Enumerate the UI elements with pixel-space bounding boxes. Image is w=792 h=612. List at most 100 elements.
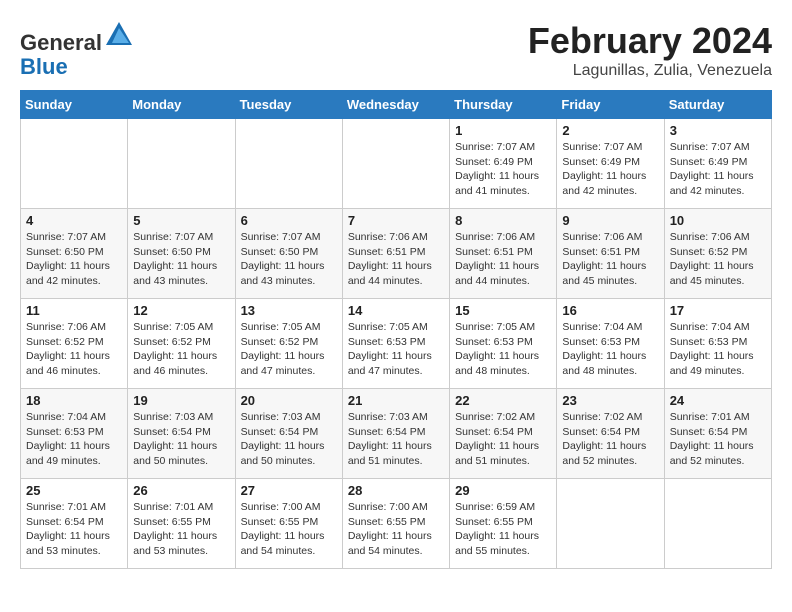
day-info: Sunrise: 7:00 AM Sunset: 6:55 PM Dayligh… <box>348 500 444 559</box>
calendar-cell <box>128 119 235 209</box>
day-number: 29 <box>455 483 551 498</box>
day-info: Sunrise: 6:59 AM Sunset: 6:55 PM Dayligh… <box>455 500 551 559</box>
day-info: Sunrise: 7:07 AM Sunset: 6:50 PM Dayligh… <box>241 230 337 289</box>
calendar-cell: 6Sunrise: 7:07 AM Sunset: 6:50 PM Daylig… <box>235 209 342 299</box>
day-info: Sunrise: 7:07 AM Sunset: 6:49 PM Dayligh… <box>670 140 766 199</box>
calendar-cell <box>557 479 664 569</box>
calendar-cell: 25Sunrise: 7:01 AM Sunset: 6:54 PM Dayli… <box>21 479 128 569</box>
day-info: Sunrise: 7:02 AM Sunset: 6:54 PM Dayligh… <box>562 410 658 469</box>
day-info: Sunrise: 7:06 AM Sunset: 6:52 PM Dayligh… <box>670 230 766 289</box>
title-block: February 2024 Lagunillas, Zulia, Venezue… <box>528 20 772 80</box>
calendar-cell: 19 Sunrise: 7:03 AM Sunset: 6:54 PM Dayli… <box>128 389 235 479</box>
calendar-cell: 9 Sunrise: 7:06 AM Sunset: 6:51 PM Daylig… <box>557 209 664 299</box>
calendar-cell: 27 Sunrise: 7:00 AM Sunset: 6:55 PM Dayli… <box>235 479 342 569</box>
calendar-week-row: 4 Sunrise: 7:07 AM Sunset: 6:50 PM Daylig… <box>21 209 772 299</box>
calendar-cell: 10 Sunrise: 7:06 AM Sunset: 6:52 PM Dayli… <box>664 209 771 299</box>
day-info: Sunrise: 7:07 AM Sunset: 6:49 PM Dayligh… <box>455 140 551 199</box>
day-number: 10 <box>670 213 766 228</box>
calendar-cell: 12 Sunrise: 7:05 AM Sunset: 6:52 PM Dayli… <box>128 299 235 389</box>
day-info: Sunrise: 7:05 AM Sunset: 6:53 PM Dayligh… <box>348 320 444 379</box>
calendar-week-row: 18 Sunrise: 7:04 AM Sunset: 6:53 PM Dayli… <box>21 389 772 479</box>
calendar-cell <box>664 479 771 569</box>
weekday-header: Saturday <box>664 91 771 119</box>
logo-general: General <box>20 30 102 55</box>
calendar-cell: 14 Sunrise: 7:05 AM Sunset: 6:53 PM Dayli… <box>342 299 449 389</box>
day-number: 13 <box>241 303 337 318</box>
calendar-cell <box>235 119 342 209</box>
day-info: Sunrise: 7:07 AM Sunset: 6:49 PM Dayligh… <box>562 140 658 199</box>
day-number: 28 <box>348 483 444 498</box>
day-number: 5 <box>133 213 229 228</box>
day-info: Sunrise: 7:05 AM Sunset: 6:52 PM Dayligh… <box>133 320 229 379</box>
day-info: Sunrise: 7:01 AM Sunset: 6:55 PM Dayligh… <box>133 500 229 559</box>
logo-blue: Blue <box>20 54 68 79</box>
logo: General Blue <box>20 20 134 79</box>
day-number: 14 <box>348 303 444 318</box>
day-number: 1 <box>455 123 551 138</box>
weekday-header: Tuesday <box>235 91 342 119</box>
calendar-cell: 18 Sunrise: 7:04 AM Sunset: 6:53 PM Dayli… <box>21 389 128 479</box>
day-info: Sunrise: 7:05 AM Sunset: 6:52 PM Dayligh… <box>241 320 337 379</box>
weekday-header: Sunday <box>21 91 128 119</box>
day-info: Sunrise: 7:00 AM Sunset: 6:55 PM Dayligh… <box>241 500 337 559</box>
day-number: 16 <box>562 303 658 318</box>
calendar-cell: 3Sunrise: 7:07 AM Sunset: 6:49 PM Daylig… <box>664 119 771 209</box>
day-number: 25 <box>26 483 122 498</box>
day-number: 17 <box>670 303 766 318</box>
day-number: 27 <box>241 483 337 498</box>
calendar-cell: 8Sunrise: 7:06 AM Sunset: 6:51 PM Daylig… <box>450 209 557 299</box>
day-info: Sunrise: 7:07 AM Sunset: 6:50 PM Dayligh… <box>133 230 229 289</box>
weekday-header: Thursday <box>450 91 557 119</box>
calendar-cell: 4 Sunrise: 7:07 AM Sunset: 6:50 PM Daylig… <box>21 209 128 299</box>
day-number: 18 <box>26 393 122 408</box>
calendar-cell: 29 Sunrise: 6:59 AM Sunset: 6:55 PM Dayli… <box>450 479 557 569</box>
day-info: Sunrise: 7:04 AM Sunset: 6:53 PM Dayligh… <box>26 410 122 469</box>
day-number: 21 <box>348 393 444 408</box>
day-number: 9 <box>562 213 658 228</box>
day-info: Sunrise: 7:04 AM Sunset: 6:53 PM Dayligh… <box>562 320 658 379</box>
day-info: Sunrise: 7:02 AM Sunset: 6:54 PM Dayligh… <box>455 410 551 469</box>
calendar-cell <box>21 119 128 209</box>
day-info: Sunrise: 7:04 AM Sunset: 6:53 PM Dayligh… <box>670 320 766 379</box>
day-number: 2 <box>562 123 658 138</box>
calendar-cell: 26 Sunrise: 7:01 AM Sunset: 6:55 PM Dayli… <box>128 479 235 569</box>
calendar-cell: 2 Sunrise: 7:07 AM Sunset: 6:49 PM Daylig… <box>557 119 664 209</box>
month-year: February 2024 <box>528 20 772 62</box>
calendar-cell: 11 Sunrise: 7:06 AM Sunset: 6:52 PM Dayli… <box>21 299 128 389</box>
calendar-cell: 21 Sunrise: 7:03 AM Sunset: 6:54 PM Dayli… <box>342 389 449 479</box>
calendar-cell <box>342 119 449 209</box>
day-info: Sunrise: 7:06 AM Sunset: 6:51 PM Dayligh… <box>562 230 658 289</box>
day-number: 4 <box>26 213 122 228</box>
calendar-week-row: 1 Sunrise: 7:07 AM Sunset: 6:49 PM Daylig… <box>21 119 772 209</box>
weekday-header: Wednesday <box>342 91 449 119</box>
calendar-cell: 7Sunrise: 7:06 AM Sunset: 6:51 PM Daylig… <box>342 209 449 299</box>
calendar-cell: 24 Sunrise: 7:01 AM Sunset: 6:54 PM Dayli… <box>664 389 771 479</box>
calendar-week-row: 25Sunrise: 7:01 AM Sunset: 6:54 PM Dayli… <box>21 479 772 569</box>
day-number: 12 <box>133 303 229 318</box>
day-info: Sunrise: 7:01 AM Sunset: 6:54 PM Dayligh… <box>670 410 766 469</box>
day-number: 26 <box>133 483 229 498</box>
day-number: 8 <box>455 213 551 228</box>
day-number: 11 <box>26 303 122 318</box>
day-info: Sunrise: 7:06 AM Sunset: 6:52 PM Dayligh… <box>26 320 122 379</box>
day-number: 7 <box>348 213 444 228</box>
calendar-cell: 15Sunrise: 7:05 AM Sunset: 6:53 PM Dayli… <box>450 299 557 389</box>
calendar-week-row: 11 Sunrise: 7:06 AM Sunset: 6:52 PM Dayli… <box>21 299 772 389</box>
calendar-cell: 5 Sunrise: 7:07 AM Sunset: 6:50 PM Daylig… <box>128 209 235 299</box>
location: Lagunillas, Zulia, Venezuela <box>528 62 772 80</box>
calendar-cell: 22Sunrise: 7:02 AM Sunset: 6:54 PM Dayli… <box>450 389 557 479</box>
day-info: Sunrise: 7:07 AM Sunset: 6:50 PM Dayligh… <box>26 230 122 289</box>
day-number: 20 <box>241 393 337 408</box>
calendar-cell: 20Sunrise: 7:03 AM Sunset: 6:54 PM Dayli… <box>235 389 342 479</box>
weekday-header: Friday <box>557 91 664 119</box>
day-number: 24 <box>670 393 766 408</box>
page-header: General Blue February 2024 Lagunillas, Z… <box>20 20 772 80</box>
calendar-cell: 17 Sunrise: 7:04 AM Sunset: 6:53 PM Dayli… <box>664 299 771 389</box>
calendar-cell: 1 Sunrise: 7:07 AM Sunset: 6:49 PM Daylig… <box>450 119 557 209</box>
calendar-cell: 23Sunrise: 7:02 AM Sunset: 6:54 PM Dayli… <box>557 389 664 479</box>
day-info: Sunrise: 7:03 AM Sunset: 6:54 PM Dayligh… <box>133 410 229 469</box>
calendar-cell: 28 Sunrise: 7:00 AM Sunset: 6:55 PM Dayli… <box>342 479 449 569</box>
day-info: Sunrise: 7:03 AM Sunset: 6:54 PM Dayligh… <box>348 410 444 469</box>
calendar-header-row: SundayMondayTuesdayWednesdayThursdayFrid… <box>21 91 772 119</box>
day-number: 19 <box>133 393 229 408</box>
